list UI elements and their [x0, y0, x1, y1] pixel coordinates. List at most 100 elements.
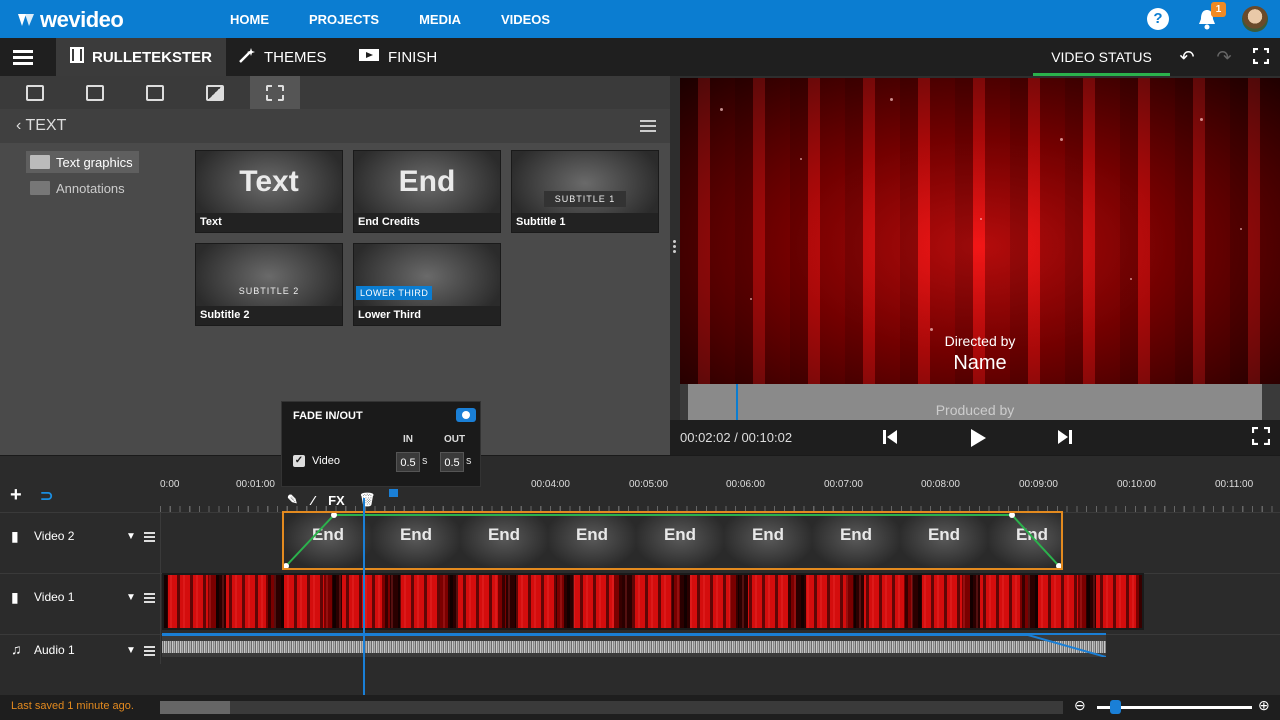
wevideo-logo[interactable]: wevideo — [16, 7, 124, 33]
nav-link-videos[interactable]: VIDEOS — [501, 12, 550, 27]
magic-wand-icon — [238, 47, 256, 67]
video-status-button[interactable]: VIDEO STATUS — [1033, 38, 1170, 76]
logo-mark-icon — [18, 14, 34, 26]
tab-finish[interactable]: FINISH — [344, 38, 451, 76]
logo-text: wevideo — [40, 7, 124, 32]
folder-text-graphics[interactable]: Text graphics — [26, 151, 139, 173]
video-fade-checkbox[interactable]: ✓ — [293, 455, 305, 467]
nav-link-projects[interactable]: PROJECTS — [309, 12, 379, 27]
end-credits-clip[interactable]: End End End End End End End End End — [282, 511, 1063, 570]
fullscreen-icon[interactable] — [1252, 47, 1270, 66]
fade-in-header: IN — [403, 434, 413, 445]
fade-out-unit: s — [466, 455, 472, 467]
playback-controls: 00:02:02 / 00:10:02 — [670, 420, 1280, 455]
text-template-lower-third[interactable]: LOWER THIRD Lower Third — [353, 243, 501, 326]
panel-resize-handle[interactable] — [673, 240, 677, 254]
transition-icon[interactable] — [190, 76, 240, 109]
tab-credits-label: RULLETEKSTER — [92, 48, 212, 66]
snap-magnet-icon[interactable]: ⊃ — [40, 486, 53, 506]
thumb-preview-text: Text — [239, 165, 299, 198]
track-name: Audio 1 — [34, 643, 75, 657]
image-icon[interactable] — [70, 76, 120, 109]
tab-themes-label: THEMES — [264, 48, 327, 66]
film-icon: ▮ — [11, 589, 19, 605]
edit-pencil-icon[interactable]: ✎ — [287, 492, 298, 508]
timeline-playhead[interactable] — [363, 498, 365, 696]
zoom-in-icon[interactable]: ⊕ — [1258, 697, 1270, 714]
avatar[interactable] — [1242, 6, 1268, 32]
notification-badge: 1 — [1211, 2, 1226, 17]
redo-icon[interactable]: ↷ — [1215, 48, 1233, 66]
nav-link-home[interactable]: HOME — [230, 12, 269, 27]
chevron-down-icon[interactable]: ▼ — [126, 531, 136, 542]
folder-label: Text graphics — [56, 154, 133, 170]
ruler-tick-label: 00:10:00 — [1117, 479, 1156, 490]
music-note-icon: ♫ — [11, 641, 22, 657]
tab-credits[interactable]: RULLETEKSTER — [56, 38, 226, 76]
track-header-video-1: ▮ Video 1 ▼ — [0, 573, 160, 634]
curtain-video-clip[interactable] — [162, 573, 1144, 630]
film-icon — [70, 47, 84, 67]
fade-in-input[interactable]: 0.5 — [396, 452, 420, 472]
tab-themes[interactable]: THEMES — [224, 38, 341, 76]
timeline-scrollbar[interactable] — [160, 701, 1063, 714]
clip-toolbar: ✎ ⁄ FX 🗑 — [287, 490, 389, 510]
ruler-tick-label: 00:08:00 — [921, 479, 960, 490]
ruler-tick-label: 00:01:00 — [236, 479, 275, 490]
nav-link-media[interactable]: MEDIA — [419, 12, 461, 27]
fade-envelope[interactable] — [282, 511, 1063, 570]
folder-media-icon[interactable] — [10, 76, 60, 109]
track-header-audio-1: ♫ Audio 1 ▼ — [0, 634, 160, 664]
track-menu-icon[interactable] — [144, 646, 155, 658]
finish-film-icon — [358, 47, 380, 67]
add-track-icon[interactable]: + — [10, 484, 22, 507]
clip-marker[interactable] — [389, 489, 398, 497]
skip-back-icon[interactable] — [880, 427, 900, 453]
library-menu-icon[interactable] — [640, 120, 656, 132]
preview-fullscreen-icon[interactable] — [1251, 426, 1271, 451]
status-bar: Last saved 1 minute ago. ⊖ ⊕ — [0, 695, 1280, 720]
track-menu-icon[interactable] — [144, 532, 155, 544]
track-menu-icon[interactable] — [144, 593, 155, 605]
fx-button[interactable]: FX — [328, 493, 345, 508]
menu-icon[interactable] — [13, 50, 33, 65]
folder-icon — [30, 155, 50, 169]
thumb-preview-text: End — [398, 165, 456, 198]
chevron-down-icon[interactable]: ▼ — [126, 592, 136, 603]
undo-icon[interactable]: ↶ — [1178, 48, 1196, 66]
scrollbar-thumb[interactable] — [160, 701, 230, 714]
text-template-subtitle-2[interactable]: SUBTITLE 2 Subtitle 2 — [195, 243, 343, 326]
scrub-playhead[interactable] — [736, 384, 739, 420]
eye-toggle-icon[interactable] — [456, 408, 476, 422]
library-back-title[interactable]: ‹ TEXT — [16, 117, 66, 135]
chevron-down-icon[interactable]: ▼ — [126, 645, 136, 656]
editor-toolbar: RULLETEKSTER THEMES FINISH VIDEO STATUS … — [0, 38, 1280, 76]
track-name: Video 1 — [34, 590, 75, 604]
play-icon[interactable] — [968, 427, 988, 455]
text-template-end-credits[interactable]: End End Credits — [353, 150, 501, 233]
preview-scrub-strip[interactable]: Produced by — [680, 384, 1280, 420]
library-title: TEXT — [25, 117, 67, 134]
text-template-text[interactable]: Text Text — [195, 150, 343, 233]
trash-icon[interactable]: 🗑 — [359, 492, 376, 508]
thumb-caption: Text — [196, 213, 342, 232]
fade-in-unit: s — [422, 455, 428, 467]
fade-in-out-popup: FADE IN/OUT IN OUT ✓ Video 0.5 s 0.5 s — [281, 401, 481, 487]
audio-clip[interactable] — [162, 633, 1106, 657]
text-template-subtitle-1[interactable]: SUBTITLE 1 Subtitle 1 — [511, 150, 659, 233]
text-icon[interactable] — [250, 76, 300, 109]
wand-icon[interactable]: ⁄ — [312, 493, 314, 508]
thumb-preview-text: SUBTITLE 1 — [544, 191, 626, 207]
skip-forward-icon[interactable] — [1055, 427, 1075, 453]
ruler-tick-label: 00:06:00 — [726, 479, 765, 490]
thumb-preview-text: LOWER THIRD — [356, 286, 433, 300]
zoom-slider-knob[interactable] — [1110, 700, 1121, 714]
video-preview[interactable]: Directed by Name — [680, 78, 1280, 384]
folder-icon — [30, 181, 50, 195]
fade-out-input[interactable]: 0.5 — [440, 452, 464, 472]
help-icon[interactable]: ? — [1147, 8, 1169, 30]
audio-volume-envelope[interactable] — [162, 633, 1106, 657]
zoom-out-icon[interactable]: ⊖ — [1074, 697, 1086, 714]
layers-icon[interactable] — [130, 76, 180, 109]
folder-annotations[interactable]: Annotations — [26, 177, 131, 199]
